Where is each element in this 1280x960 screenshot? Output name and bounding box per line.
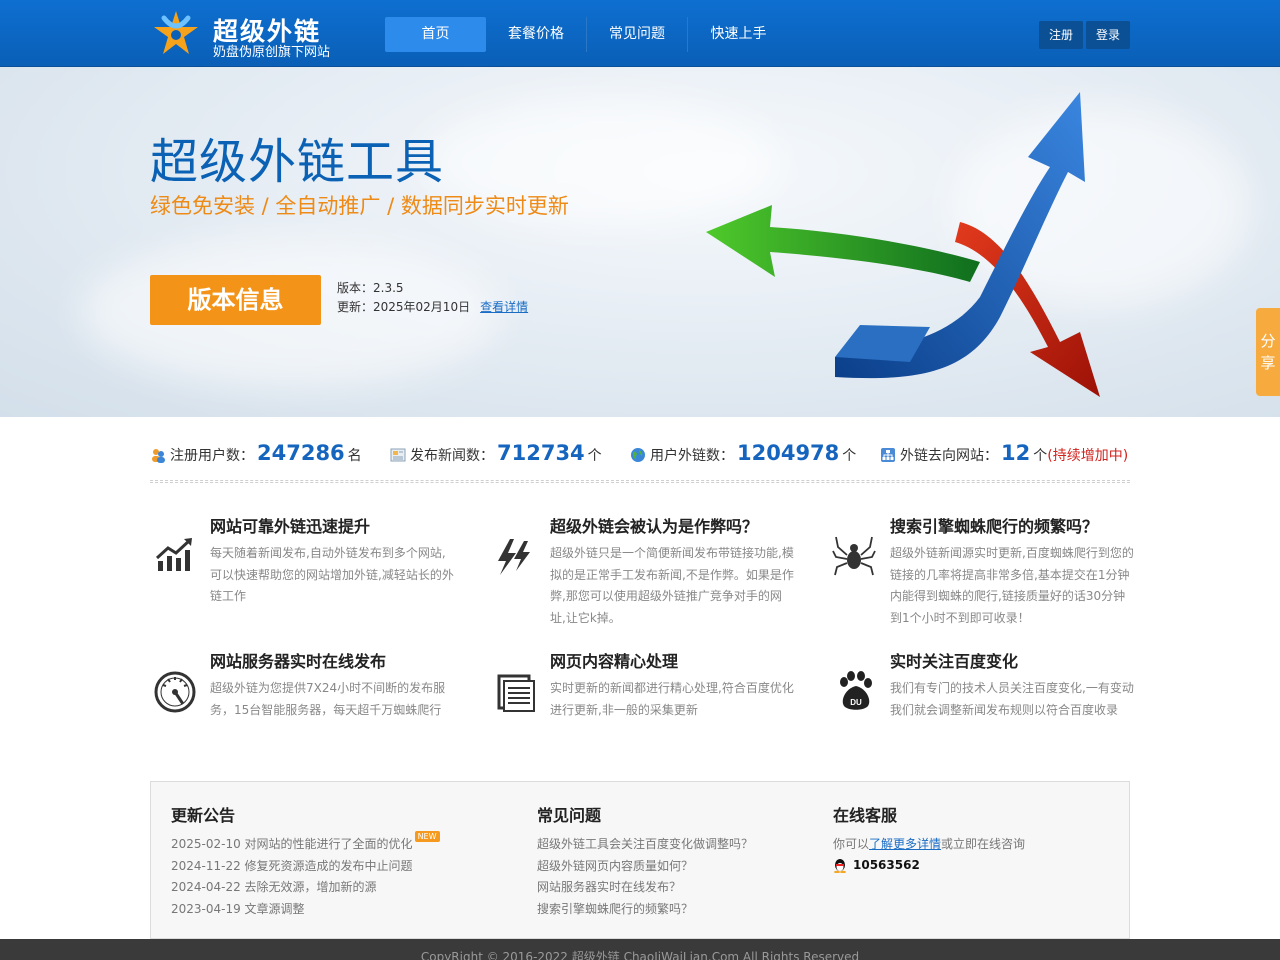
logo-subtitle: 奶盘伪原创旗下网站: [213, 45, 331, 60]
feature-title: 搜索引擎蜘蛛爬行的频繁吗？: [890, 517, 1099, 536]
feature-title: 网站服务器实时在线发布: [210, 652, 387, 671]
version-info: 版本：2.3.5 更新：2025年02月10日 查看详情: [337, 279, 528, 317]
view-details-link[interactable]: 查看详情: [480, 300, 528, 314]
share-tab[interactable]: 分享: [1256, 308, 1280, 396]
faq-section: 常见问题 超级外链工具会关注百度变化做调整吗？ 超级外链网页内容质量如何？ 网站…: [537, 802, 753, 920]
svg-text:DU: DU: [850, 698, 862, 707]
auth-buttons: 注册 登录: [1038, 21, 1130, 49]
announcement-item[interactable]: 2025-02-10 对网站的性能进行了全面的优化NEW: [171, 831, 440, 856]
new-badge: NEW: [414, 831, 440, 842]
stat-label: 注册用户数：: [170, 448, 254, 464]
nav-quickstart[interactable]: 快速上手: [688, 17, 789, 52]
support-section: 在线客服 你可以了解更多详情或立即在线咨询 10563562: [833, 802, 1025, 873]
faq-item[interactable]: 网站服务器实时在线发布？: [537, 877, 753, 899]
feature-text: 实时更新的新闻都进行精心处理,符合百度优化进行更新,非一般的采集更新: [550, 681, 794, 717]
main-nav: 首页 套餐价格 常见问题 快速上手: [385, 17, 789, 52]
stats-bar: 注册用户数： 247286 名 发布新闻数： 712734 个 用户外链数： 1…: [150, 441, 1130, 481]
baidu-paw-icon: DU: [840, 671, 872, 710]
sitemap-icon: [881, 448, 895, 462]
stat-value: 247286: [257, 441, 345, 465]
feature-title: 网站可靠外链迅速提升: [210, 517, 371, 536]
stat-label: 发布新闻数：: [410, 448, 494, 464]
version-info-button[interactable]: 版本信息: [150, 275, 321, 325]
hero-subtitle: 绿色免安装 / 全自动推广 / 数据同步实时更新: [150, 194, 569, 218]
feature-text: 每天随着新闻发布,自动外链发布到多个网站,可以快速帮助您的网站增加外链,减轻站长…: [210, 546, 454, 603]
feature-title: 网页内容精心处理: [550, 652, 679, 671]
feature-title: 超级外链会被认为是作弊吗？: [550, 517, 759, 536]
stat-note: (持续增加中): [1047, 448, 1129, 464]
stat-label: 用户外链数：: [650, 448, 734, 464]
stat-unit: 个: [1033, 448, 1048, 464]
stat-value: 12: [1001, 441, 1031, 465]
users-icon: [152, 449, 165, 463]
lightning-icon: [498, 539, 530, 575]
announcement-item[interactable]: 2023-04-19 文章源调整: [171, 899, 440, 921]
register-button[interactable]: 注册: [1038, 21, 1083, 49]
hero-title: 超级外链工具: [150, 134, 445, 190]
growth-chart-icon: [155, 538, 192, 571]
qq-number: 10563562: [853, 858, 920, 872]
stat-sites: 外链去向网站： 12 个 (持续增加中): [880, 441, 1128, 471]
divider: [150, 480, 1130, 483]
announcements-section: 更新公告 2025-02-10 对网站的性能进行了全面的优化NEW 2024-1…: [171, 802, 440, 920]
logo-star-icon: [154, 11, 198, 54]
feature-text: 超级外链只是一个简便新闻发布带链接功能,模拟的是正常手工发布新闻,不是作弊。如果…: [550, 546, 794, 625]
announcement-item[interactable]: 2024-11-22 修复死资源造成的发布中止问题: [171, 856, 440, 878]
feature-text: 我们有专门的技术人员关注百度变化,一有变动我们就会调整新闻发布规则以符合百度收录: [890, 681, 1134, 717]
learn-more-link[interactable]: 了解更多详情: [869, 837, 941, 851]
hero-banner: 超级外链工具 绿色免安装 / 全自动推广 / 数据同步实时更新 版本信息 版本：…: [0, 67, 1280, 417]
nav-faq[interactable]: 常见问题: [587, 17, 688, 52]
feature-text: 超级外链为您提供7X24小时不间断的发布服务，15台智能服务器，每天超千万蜘蛛爬…: [210, 681, 446, 717]
section-title: 常见问题: [537, 806, 602, 825]
globe-icon: [631, 448, 645, 462]
document-icon: [497, 674, 535, 712]
section-title: 在线客服: [833, 806, 898, 825]
qq-contact[interactable]: 10563562: [833, 858, 1025, 873]
support-text: 你可以了解更多详情或立即在线咨询: [833, 837, 1026, 851]
login-button[interactable]: 登录: [1085, 21, 1130, 49]
faq-item[interactable]: 超级外链工具会关注百度变化做调整吗？: [537, 834, 753, 856]
nav-pricing[interactable]: 套餐价格: [486, 17, 587, 52]
site-logo[interactable]: 超级外链 奶盘伪原创旗下网站: [150, 8, 350, 60]
faq-item[interactable]: 搜索引擎蜘蛛爬行的频繁吗？: [537, 899, 753, 921]
stat-unit: 个: [587, 448, 602, 464]
faq-item[interactable]: 超级外链网页内容质量如何？: [537, 856, 753, 878]
spider-icon: [832, 536, 876, 576]
stat-value: 712734: [497, 441, 585, 465]
news-icon: [390, 448, 406, 462]
info-panel: 更新公告 2025-02-10 对网站的性能进行了全面的优化NEW 2024-1…: [150, 781, 1130, 939]
stat-news: 发布新闻数： 712734 个: [390, 441, 602, 471]
announcement-item[interactable]: 2024-04-22 去除无效源，增加新的源: [171, 877, 440, 899]
footer: CopyRight © 2016-2022 超级外链 ChaoJiWaiLian…: [0, 939, 1280, 960]
stat-unit: 名: [347, 448, 362, 464]
stat-value: 1204978: [737, 441, 840, 465]
qq-penguin-icon: [834, 858, 846, 873]
version-number: 版本：2.3.5: [337, 281, 404, 295]
growth-arrows-illustration: [706, 92, 1100, 397]
stat-links: 用户外链数： 1204978 个: [630, 441, 856, 471]
top-header: 超级外链 奶盘伪原创旗下网站 首页 套餐价格 常见问题 快速上手 注册 登录: [0, 0, 1280, 67]
feature-text: 超级外链新闻源实时更新,百度蜘蛛爬行到您的链接的几率将提高非常多倍,基本提交在1…: [890, 546, 1134, 625]
feature-title: 实时关注百度变化: [890, 652, 1019, 671]
nav-home[interactable]: 首页: [385, 17, 486, 52]
update-date: 更新：2025年02月10日: [337, 300, 471, 314]
stat-users: 注册用户数： 247286 名: [150, 441, 362, 471]
section-title: 更新公告: [171, 806, 236, 825]
stat-label: 外链去向网站：: [900, 448, 998, 464]
stat-unit: 个: [842, 448, 857, 464]
speedometer-icon: [154, 671, 196, 713]
